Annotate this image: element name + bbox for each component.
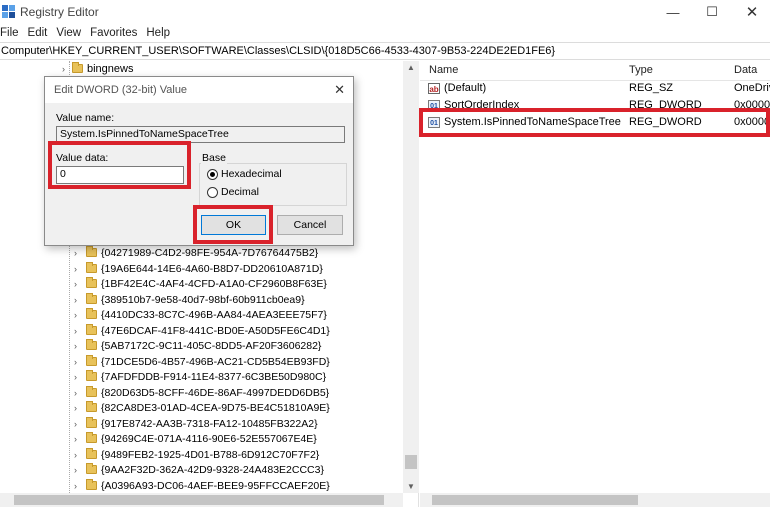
- folder-icon: [86, 416, 97, 428]
- chevron-right-icon[interactable]: ›: [74, 448, 82, 463]
- scroll-up-arrow-icon[interactable]: ▲: [407, 63, 415, 72]
- folder-icon: [86, 292, 97, 304]
- menu-favorites[interactable]: Favorites: [88, 27, 142, 39]
- menu-bar: File Edit View Favorites Help: [0, 24, 770, 42]
- highlight-ok-button: [193, 205, 273, 244]
- scroll-thumb[interactable]: [405, 455, 417, 469]
- tree-item-label: {1BF42E4C-4AF4-4CFD-A1A0-CF2960B8F63E}: [101, 278, 327, 290]
- hexadecimal-radio[interactable]: Hexadecimal: [207, 167, 282, 181]
- dialog-title: Edit DWORD (32-bit) Value: [54, 84, 188, 96]
- highlight-value-data: [48, 141, 191, 189]
- scroll-thumb[interactable]: [14, 495, 384, 505]
- cancel-button[interactable]: Cancel: [277, 215, 343, 235]
- list-header: Name Type Data: [420, 61, 770, 81]
- tree-item-label: {917E8742-AA3B-7318-FA12-10485FB322A2}: [101, 417, 318, 430]
- folder-icon: [86, 463, 97, 474]
- tree-item-label: {94269C4E-071A-4116-90E6-52E557067E4E}: [101, 433, 317, 445]
- chevron-right-icon[interactable]: ›: [74, 262, 82, 277]
- value-name: (Default): [444, 82, 487, 94]
- tree-item-label: {5AB7172C-9C11-405C-8DD5-AF20F3606282}: [101, 340, 322, 352]
- tree-item-label: {389510b7-9e58-40d7-98bf-60b911cb0ea9}: [101, 293, 305, 306]
- tree-item-label: {47E6DCAF-41F8-441C-BD0E-A50D5FE6C4D1}: [101, 324, 330, 337]
- minimize-button[interactable]: —: [655, 0, 691, 24]
- chevron-right-icon[interactable]: ›: [74, 355, 82, 370]
- chevron-right-icon[interactable]: ›: [62, 62, 70, 77]
- radio-selected-icon[interactable]: [207, 168, 218, 180]
- column-header-data[interactable]: Data: [734, 64, 757, 76]
- tree-item-label: bingnews: [87, 63, 134, 75]
- folder-icon: [86, 447, 97, 459]
- chevron-right-icon[interactable]: ›: [74, 463, 82, 478]
- tree-horizontal-scrollbar[interactable]: [0, 493, 403, 507]
- hexadecimal-label: Hexadecimal: [221, 168, 282, 180]
- chevron-right-icon[interactable]: ›: [74, 308, 82, 323]
- list-horizontal-scrollbar[interactable]: [420, 493, 770, 507]
- folder-icon: [86, 246, 97, 257]
- chevron-right-icon[interactable]: ›: [74, 432, 82, 447]
- address-bar[interactable]: Computer\HKEY_CURRENT_USER\SOFTWARE\Clas…: [0, 42, 770, 60]
- tree-item-label: {71DCE5D6-4B57-496B-AC21-CD5B54EB93FD}: [101, 355, 330, 368]
- tree-item-label: {9AA2F32D-362A-42D9-9328-24A483E2CCC3}: [101, 464, 324, 476]
- chevron-right-icon[interactable]: ›: [74, 293, 82, 308]
- value-name-label: Value name:: [56, 112, 115, 124]
- tree-item-label: {82CA8DE3-01AD-4CEA-9D75-BE4C51810A9E}: [101, 402, 330, 414]
- folder-icon: [86, 308, 97, 319]
- chevron-right-icon[interactable]: ›: [74, 479, 82, 494]
- tree-item-label: {A0396A93-DC06-4AEF-BEE9-95FFCCAEF20E}: [101, 479, 330, 492]
- registry-editor-icon: [2, 5, 15, 18]
- value-data: OneDriv: [734, 82, 770, 94]
- tree-vertical-scrollbar[interactable]: ▲ ▼: [403, 61, 419, 493]
- menu-file[interactable]: File: [0, 27, 24, 39]
- maximize-button[interactable]: ☐: [694, 0, 730, 24]
- menu-view[interactable]: View: [54, 27, 86, 39]
- folder-icon: [72, 62, 83, 73]
- window-title: Registry Editor: [20, 5, 99, 19]
- chevron-right-icon[interactable]: ›: [74, 370, 82, 385]
- dialog-title-bar: Edit DWORD (32-bit) Value ✕: [45, 77, 353, 103]
- scroll-down-arrow-icon[interactable]: ▼: [407, 482, 415, 491]
- scroll-thumb[interactable]: [432, 495, 638, 505]
- string-value-icon: ab: [428, 83, 440, 94]
- tree-item-label: {9489FEB2-1925-4D01-B788-6D912C70F7F2}: [101, 448, 320, 461]
- tree-item-label: {19A6E644-14E6-4A60-B8D7-DD20610A871D}: [101, 262, 323, 275]
- column-header-name[interactable]: Name: [429, 64, 458, 76]
- chevron-right-icon[interactable]: ›: [74, 246, 82, 261]
- chevron-right-icon[interactable]: ›: [74, 277, 82, 292]
- base-label: Base: [201, 152, 227, 164]
- radio-unselected-icon[interactable]: [207, 186, 218, 198]
- folder-icon: [86, 323, 97, 335]
- folder-icon: [86, 339, 97, 350]
- chevron-right-icon[interactable]: ›: [74, 339, 82, 354]
- folder-icon: [86, 401, 97, 412]
- tree-item-label: {04271989-C4D2-98FE-954A-7D76764475B2}: [101, 247, 319, 259]
- tree-item-label: {820D63D5-8CFF-46DE-86AF-4997DEDD6DB5}: [101, 386, 330, 399]
- folder-icon: [86, 354, 97, 366]
- decimal-label: Decimal: [221, 186, 259, 198]
- chevron-right-icon[interactable]: ›: [74, 386, 82, 401]
- folder-icon: [86, 385, 97, 397]
- tree-item-label: {4410DC33-8C7C-496B-AA84-4AEA3EEE75F7}: [101, 309, 327, 321]
- close-button[interactable]: ✕: [734, 0, 770, 24]
- highlight-value-row: [419, 108, 770, 137]
- dialog-close-icon[interactable]: ✕: [334, 82, 345, 98]
- tree-item-label: {7AFDFDDB-F914-11E4-8377-6C3BE50D980C}: [101, 371, 327, 383]
- chevron-right-icon[interactable]: ›: [74, 401, 82, 416]
- title-bar: Registry Editor — ☐ ✕: [0, 0, 770, 24]
- folder-icon: [86, 478, 97, 490]
- value-row-default[interactable]: ab (Default) REG_SZ OneDriv: [420, 80, 770, 97]
- chevron-right-icon[interactable]: ›: [74, 324, 82, 339]
- decimal-radio[interactable]: Decimal: [207, 185, 259, 199]
- column-header-type[interactable]: Type: [629, 64, 653, 76]
- value-type: REG_SZ: [629, 82, 674, 94]
- folder-icon: [86, 277, 97, 288]
- menu-edit[interactable]: Edit: [26, 27, 53, 39]
- folder-icon: [86, 370, 97, 381]
- folder-icon: [86, 261, 97, 273]
- menu-help[interactable]: Help: [144, 27, 175, 39]
- chevron-right-icon[interactable]: ›: [74, 417, 82, 432]
- folder-icon: [86, 432, 97, 443]
